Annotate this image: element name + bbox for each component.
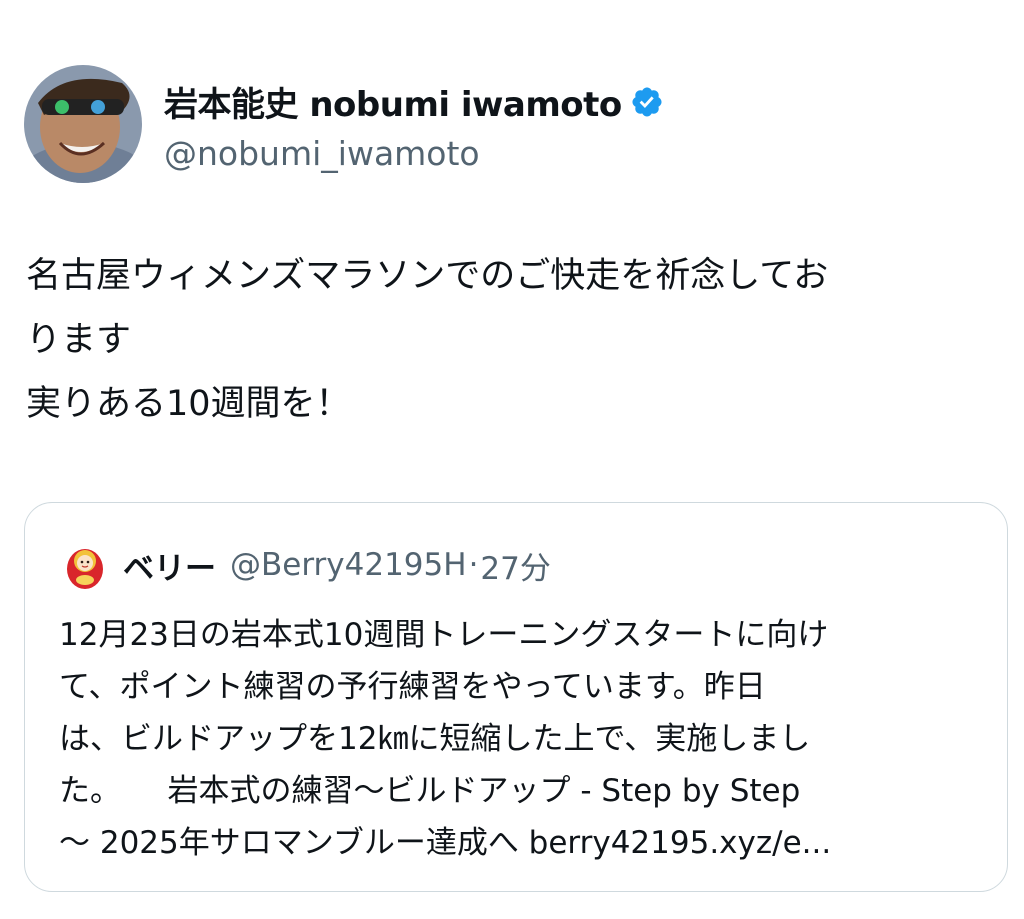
quoted-tweet-text: 12月23日の岩本式10週間トレーニングスタートに向け て、ポイント練習の予行練… bbox=[59, 609, 979, 869]
quoted-text-line: 12月23日の岩本式10週間トレーニングスタートに向け bbox=[59, 617, 829, 653]
quoted-tweet-header: ベリー @Berry42195H · 27分 bbox=[59, 537, 551, 593]
quoted-tweet-card[interactable]: ベリー @Berry42195H · 27分 12月23日の岩本式10週間トレー… bbox=[24, 502, 1008, 892]
tweet-header: 岩本能史 nobumi iwamoto @nobumi_iwamoto bbox=[24, 64, 664, 184]
author-names: 岩本能史 nobumi iwamoto @nobumi_iwamoto bbox=[164, 76, 664, 173]
tweet-body: 名古屋ウィメンズマラソンでのご快走を祈念してお ります 実りある10週間を！ bbox=[26, 244, 1011, 436]
quoted-text-line: 〜 2025年サロマンブルー達成へ berry42195.xyz/e... bbox=[59, 825, 832, 861]
verified-badge-icon bbox=[630, 85, 664, 119]
tweet-body-line: ります bbox=[26, 320, 132, 360]
quoted-tweet-time[interactable]: 27分 bbox=[480, 543, 550, 588]
tweet-body-line: 名古屋ウィメンズマラソンでのご快走を祈念してお bbox=[26, 256, 829, 296]
author-handle[interactable]: @nobumi_iwamoto bbox=[164, 134, 664, 173]
quoted-text-line: た。 岩本式の練習〜ビルドアップ - Step by Step bbox=[59, 773, 801, 809]
display-name-row: 岩本能史 nobumi iwamoto bbox=[164, 76, 664, 128]
author-avatar[interactable] bbox=[24, 65, 142, 183]
author-display-name[interactable]: 岩本能史 nobumi iwamoto bbox=[164, 77, 622, 126]
quoted-author-avatar[interactable] bbox=[59, 539, 111, 591]
quoted-text-line: て、ポイント練習の予行練習をやっています。昨日 bbox=[59, 669, 766, 705]
quoted-author-handle[interactable]: @Berry42195H bbox=[230, 547, 467, 583]
separator-dot: · bbox=[468, 547, 479, 583]
quoted-text-line: は、ビルドアップを12㎞に短縮した上で、実施しまし bbox=[59, 721, 811, 757]
tweet-body-line: 実りある10週間を！ bbox=[26, 384, 351, 424]
quoted-author-name[interactable]: ベリー bbox=[123, 543, 216, 588]
tweet: 岩本能史 nobumi iwamoto @nobumi_iwamoto 名古屋ウ… bbox=[0, 0, 1024, 919]
